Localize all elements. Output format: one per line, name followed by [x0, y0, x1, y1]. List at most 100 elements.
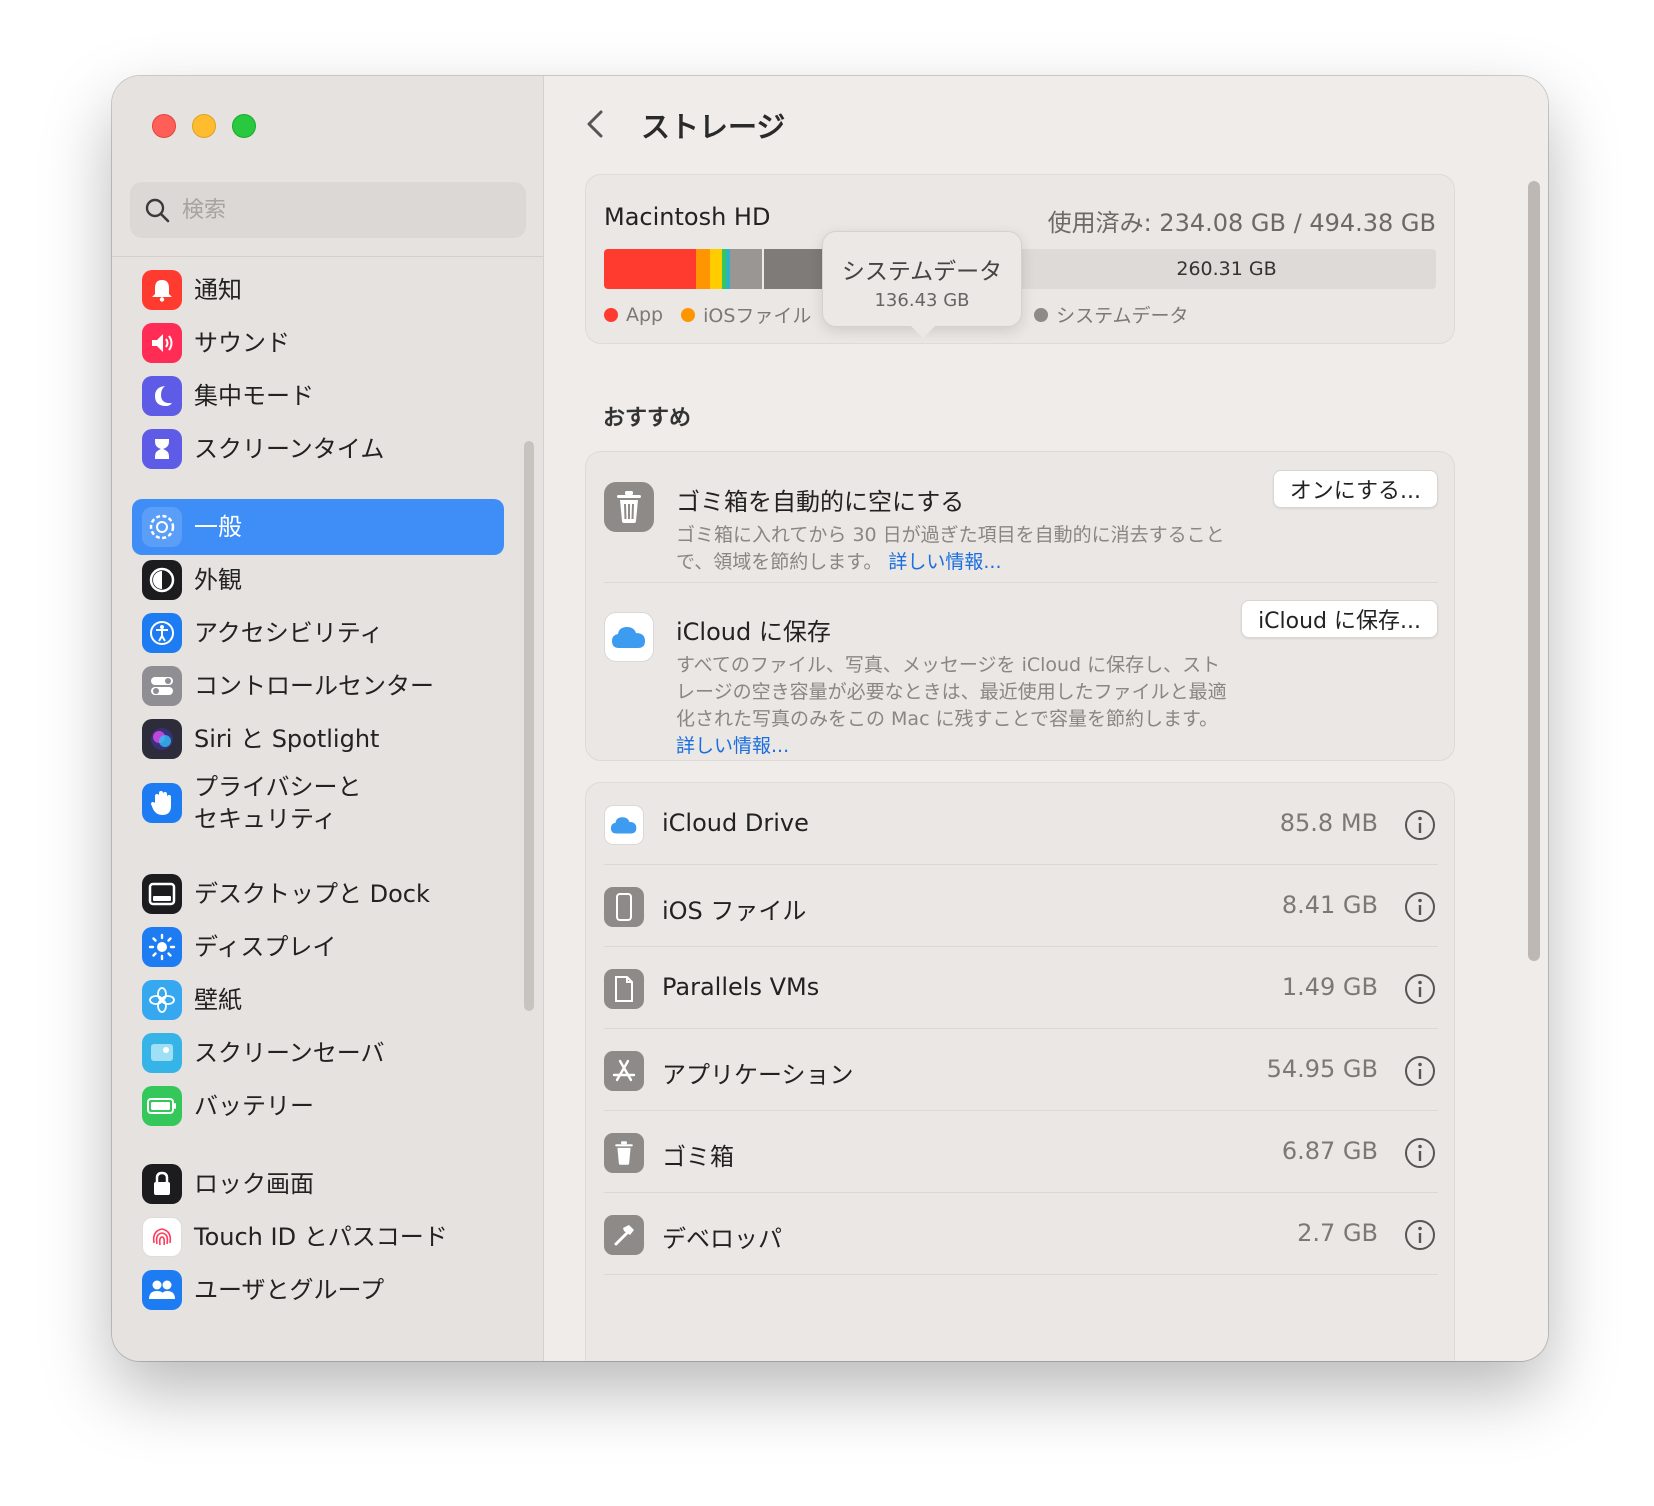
bell-icon	[142, 270, 182, 310]
storage-category-row[interactable]: デベロッパ 2.7 GB	[604, 1193, 1438, 1275]
sidebar-item-label: スクリーンタイム	[194, 435, 385, 463]
recommendations-panel: ゴミ箱を自動的に空にする ゴミ箱に入れてから 30 日が過ぎた項目を自動的に消去…	[585, 451, 1455, 761]
sidebar-item-label: ユーザとグループ	[194, 1276, 385, 1304]
main-scrollbar[interactable]	[1528, 181, 1540, 961]
system-settings-window: 通知サウンド集中モードスクリーンタイム一般外観アクセシビリティコントロールセンタ…	[112, 76, 1548, 1361]
close-window-button[interactable]	[152, 114, 176, 138]
storage-bar-segment[interactable]	[729, 249, 763, 289]
sidebar-item-label: 一般	[194, 513, 242, 541]
sidebar-item[interactable]: Siri と Spotlight	[132, 711, 504, 767]
storage-bar-segment[interactable]	[604, 249, 697, 289]
info-icon[interactable]	[1404, 1055, 1436, 1087]
disk-used-text: 使用済み: 234.08 GB / 494.38 GB	[1047, 209, 1436, 237]
trash-icon	[604, 1133, 644, 1173]
sidebar-item-label: バッテリー	[194, 1092, 314, 1120]
search-icon	[145, 198, 170, 223]
sidebar-item-label: スクリーンセーバ	[194, 1039, 385, 1067]
icloud-icon	[604, 805, 644, 845]
document-icon	[604, 969, 644, 1009]
sidebar-item[interactable]: バッテリー	[132, 1078, 504, 1134]
sidebar-item-label: プライバシーと セキュリティ	[194, 773, 362, 833]
info-icon[interactable]	[1404, 1137, 1436, 1169]
category-label: iCloud Drive	[662, 809, 809, 837]
storage-category-row[interactable]: iCloud Drive 85.8 MB	[604, 783, 1438, 865]
storage-category-row[interactable]: iOS ファイル 8.41 GB	[604, 865, 1438, 947]
sidebar-item[interactable]: スクリーンセーバ	[132, 1025, 504, 1081]
turn-on-empty-trash-button[interactable]: オンにする...	[1272, 470, 1438, 508]
learn-more-link[interactable]: 詳しい情報...	[676, 735, 789, 757]
info-icon[interactable]	[1404, 809, 1436, 841]
toggles-icon	[142, 666, 182, 706]
sidebar-item-label: デスクトップと Dock	[194, 880, 430, 908]
recommendation-desc-text: すべてのファイル、写真、メッセージを iCloud に保存し、ストレージの空き容…	[676, 654, 1227, 730]
sidebar-item[interactable]: ディスプレイ	[132, 919, 504, 975]
sidebar-item[interactable]: サウンド	[132, 315, 504, 371]
sidebar-item[interactable]: デスクトップと Dock	[132, 866, 504, 922]
sidebar-list: 通知サウンド集中モードスクリーンタイム 一般外観 アクセシビリティ コントロールセンタ…	[112, 258, 543, 1358]
recommendation-title: iCloud に保存	[676, 618, 831, 646]
legend-dot	[604, 307, 618, 322]
moon-icon	[142, 376, 182, 416]
battery-icon	[142, 1086, 182, 1126]
minimize-window-button[interactable]	[192, 114, 216, 138]
sidebar-item-label: サウンド	[194, 329, 290, 357]
storage-category-row[interactable]: アプリケーション 54.95 GB	[604, 1029, 1438, 1111]
tooltip-title: システムデータ	[841, 259, 1003, 285]
storage-bar-segment[interactable]	[696, 249, 711, 289]
sidebar-item[interactable]: プライバシーと セキュリティ	[132, 765, 504, 841]
store-in-icloud-button[interactable]: iCloud に保存...	[1241, 600, 1438, 638]
info-icon[interactable]	[1404, 973, 1436, 1005]
sidebar-item[interactable]: スクリーンタイム	[132, 421, 504, 477]
storage-category-row[interactable]: Parallels VMs 1.49 GB	[604, 947, 1438, 1029]
sidebar-item-label: 集中モード	[194, 382, 314, 410]
screensaver-icon	[142, 1033, 182, 1073]
category-size: 54.95 GB	[1266, 1055, 1378, 1083]
free-space-label: 260.31 GB	[1176, 258, 1277, 280]
iphone-icon	[604, 887, 644, 927]
dock-icon	[142, 874, 182, 914]
sidebar-item-label: 壁紙	[194, 986, 242, 1014]
appstore-icon	[604, 1051, 644, 1091]
info-icon[interactable]	[1404, 891, 1436, 923]
sun-icon	[142, 927, 182, 967]
legend-dot	[681, 307, 696, 322]
window-controls	[152, 114, 256, 138]
storage-categories-panel: iCloud Drive 85.8 MB iOS ファイル 8.41 GB Parall…	[585, 782, 1455, 1361]
learn-more-link[interactable]: 詳しい情報...	[888, 551, 1001, 573]
sidebar-item[interactable]: 通知	[132, 262, 504, 318]
sidebar-item[interactable]: コントロールセンター	[132, 658, 504, 714]
back-chevron-icon[interactable]	[581, 104, 611, 144]
sidebar-item[interactable]: 外観	[132, 552, 504, 608]
info-icon[interactable]	[1404, 1219, 1436, 1251]
sidebar-item[interactable]: 一般	[132, 499, 504, 555]
sidebar-search[interactable]	[130, 182, 526, 238]
sidebar-item[interactable]: 集中モード	[132, 368, 504, 424]
legend-dot	[1034, 307, 1049, 322]
recommendations-heading: おすすめ	[603, 406, 692, 431]
legend-item: iOSファイル	[681, 301, 811, 328]
sidebar-item[interactable]: 壁紙	[132, 972, 504, 1028]
recommendation-description: すべてのファイル、写真、メッセージを iCloud に保存し、ストレージの空き容…	[676, 652, 1236, 760]
sidebar-item[interactable]: ユーザとグループ	[132, 1262, 504, 1318]
search-input[interactable]	[182, 197, 502, 223]
sidebar-scrollbar[interactable]	[524, 441, 534, 1011]
storage-bar-segment[interactable]	[710, 249, 723, 289]
users-icon	[142, 1270, 182, 1310]
sidebar-item[interactable]: ロック画面	[132, 1156, 504, 1212]
sidebar-item[interactable]: Touch ID とパスコード	[132, 1209, 504, 1265]
zoom-window-button[interactable]	[232, 114, 256, 138]
legend-label: iOSファイル	[703, 305, 812, 327]
fingerprint-icon	[142, 1217, 182, 1257]
disk-name: Macintosh HD	[604, 203, 771, 231]
tooltip-value: 136.43 GB	[874, 290, 970, 311]
storage-category-row[interactable]: ゴミ箱 6.87 GB	[604, 1111, 1438, 1193]
category-label: Parallels VMs	[662, 973, 820, 1001]
sidebar-item[interactable]: アクセシビリティ	[132, 605, 504, 661]
category-label: iOS ファイル	[662, 897, 807, 925]
legend-label: App	[626, 303, 664, 326]
sidebar-divider	[112, 256, 543, 257]
trash-icon	[604, 482, 654, 532]
recommendation-description: ゴミ箱に入れてから 30 日が過ぎた項目を自動的に消去することで、領域を節約しま…	[676, 522, 1236, 576]
sidebar-item-label: ロック画面	[194, 1170, 314, 1198]
hourglass-icon	[142, 429, 182, 469]
